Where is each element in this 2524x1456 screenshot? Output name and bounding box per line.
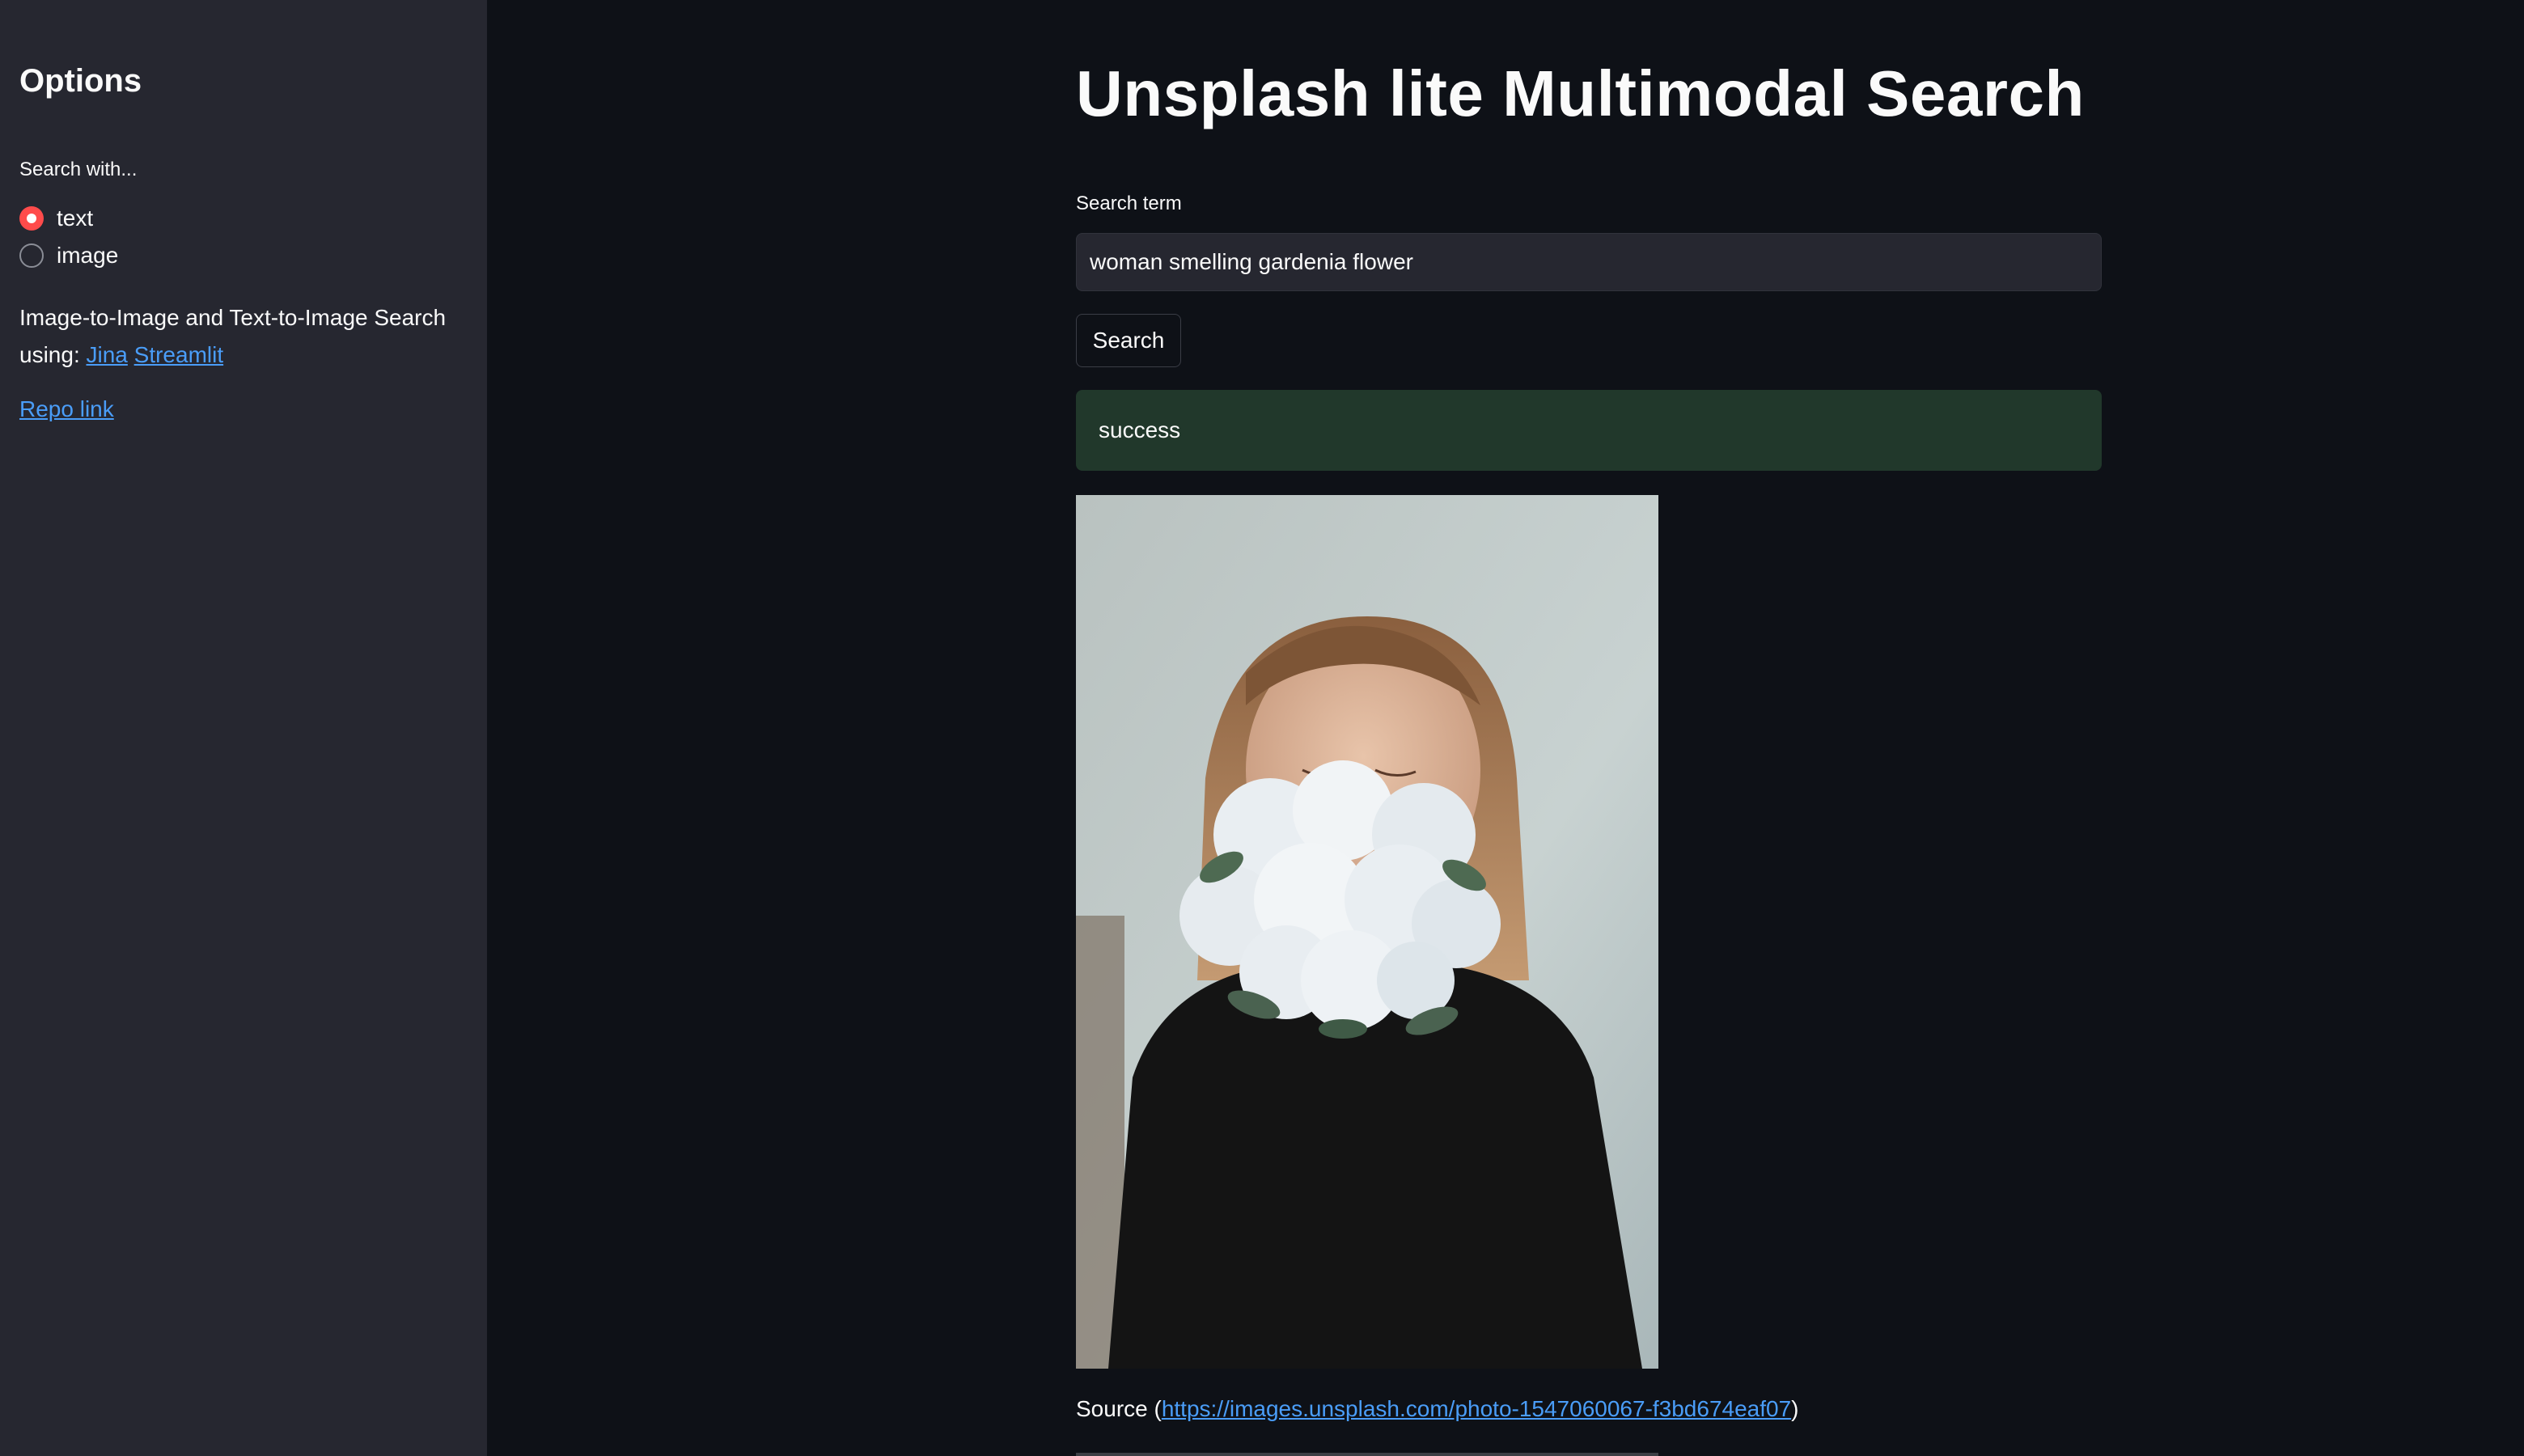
streamlit-link[interactable]: Streamlit	[134, 342, 223, 367]
radio-label-text: text	[57, 205, 94, 231]
radio-label-image: image	[57, 243, 119, 268]
status-text: success	[1099, 417, 1181, 442]
result-photo	[1076, 495, 1658, 1369]
search-term-label: Search term	[1076, 193, 1182, 214]
sidebar-description: Image-to-Image and Text-to-Image Search …	[19, 299, 456, 374]
page-title: Unsplash lite Multimodal Search	[1076, 57, 2085, 129]
radio-option-text[interactable]: text	[19, 205, 93, 231]
sidebar: Options Search with... text image Image-…	[0, 0, 487, 1456]
result-image	[1076, 495, 1658, 1369]
repo-link[interactable]: Repo link	[19, 396, 114, 422]
radio-group-label: Search with...	[19, 159, 138, 180]
description-text: Image-to-Image and Text-to-Image Search …	[19, 305, 447, 367]
sidebar-title: Options	[19, 63, 142, 99]
source-url-link[interactable]: https://images.unsplash.com/photo-154706…	[1162, 1396, 1791, 1421]
radio-checked-icon[interactable]	[19, 206, 44, 231]
source-suffix: )	[1791, 1396, 1799, 1421]
source-prefix: Source (	[1076, 1396, 1162, 1421]
app: Options Search with... text image Image-…	[0, 0, 2524, 1456]
radio-option-image[interactable]: image	[19, 243, 118, 269]
image-source-caption: Source (https://images.unsplash.com/phot…	[1076, 1396, 1799, 1422]
jina-link[interactable]: Jina	[87, 342, 128, 367]
search-button[interactable]: Search	[1076, 314, 1181, 367]
radio-unchecked-icon[interactable]	[19, 243, 44, 268]
status-success-alert: success	[1076, 390, 2102, 471]
search-input[interactable]	[1076, 233, 2102, 291]
next-result-image-edge	[1076, 1453, 1658, 1456]
